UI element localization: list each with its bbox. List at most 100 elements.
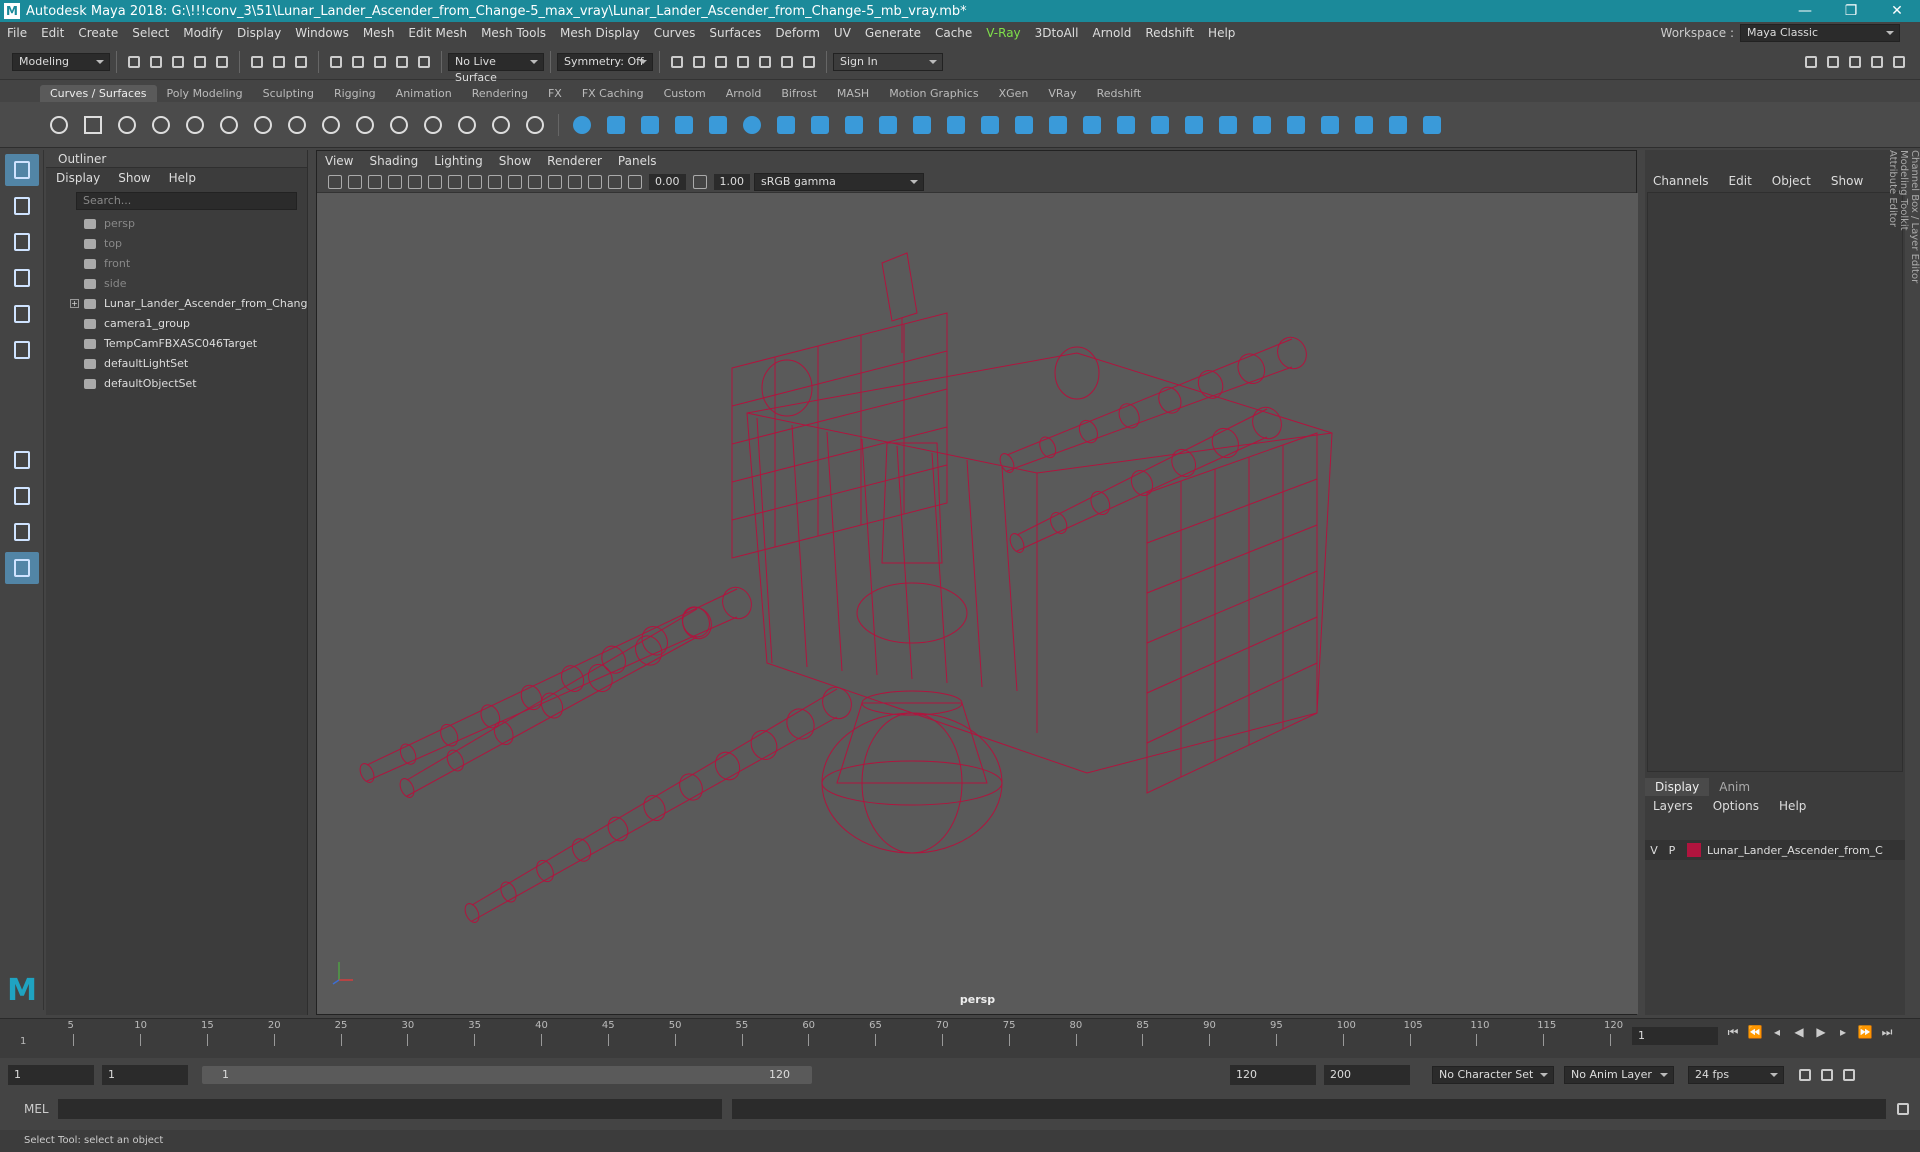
channel-box-menu-object[interactable]: Object: [1772, 174, 1811, 188]
current-frame-field[interactable]: 1: [1632, 1027, 1718, 1045]
menu-edit[interactable]: Edit: [34, 26, 71, 40]
snap-grid-icon[interactable]: [327, 53, 345, 71]
tool-settings-icon[interactable]: [1868, 53, 1886, 71]
layer-visibility-toggle[interactable]: V: [1645, 844, 1663, 857]
menu-help[interactable]: Help: [1201, 26, 1242, 40]
shelf-tab-rigging[interactable]: Rigging: [324, 85, 386, 102]
xray-icon[interactable]: [588, 174, 602, 189]
maximize-button[interactable]: ❐: [1828, 0, 1874, 22]
step-back-key-icon[interactable]: ⏪: [1747, 1025, 1763, 1043]
undo-icon[interactable]: [191, 53, 209, 71]
animation-end-field[interactable]: 200: [1324, 1065, 1410, 1085]
menu-cache[interactable]: Cache: [928, 26, 979, 40]
shelf-tab-bifrost[interactable]: Bifrost: [771, 85, 827, 102]
layer-tab-display[interactable]: Display: [1645, 778, 1710, 796]
project-curve-icon[interactable]: [1079, 112, 1105, 138]
menu-windows[interactable]: Windows: [288, 26, 356, 40]
extend-surface-icon[interactable]: [1317, 112, 1343, 138]
hypershade-icon[interactable]: [756, 53, 774, 71]
loft-icon[interactable]: [807, 112, 833, 138]
shelf-tab-xgen[interactable]: XGen: [989, 85, 1039, 102]
snap-point-icon[interactable]: [371, 53, 389, 71]
shelf-tab-sculpting[interactable]: Sculpting: [253, 85, 324, 102]
film-gate-icon[interactable]: [428, 174, 442, 189]
colorspace-dropdown[interactable]: sRGB gamma: [754, 172, 924, 191]
offset-curve-icon[interactable]: [420, 112, 446, 138]
symmetry-dropdown[interactable]: Symmetry: Off: [557, 52, 653, 71]
redo-icon[interactable]: [213, 53, 231, 71]
cv-curve-icon[interactable]: [114, 112, 140, 138]
menu-redshift[interactable]: Redshift: [1138, 26, 1201, 40]
playback-start-field[interactable]: 1: [102, 1065, 188, 1085]
menu-v-ray[interactable]: V-Ray: [979, 26, 1027, 40]
pause-icon[interactable]: [800, 53, 818, 71]
vray-render-icon[interactable]: [778, 53, 796, 71]
shelf-tab-fx-caching[interactable]: FX Caching: [572, 85, 654, 102]
attribute-editor-icon[interactable]: [1846, 53, 1864, 71]
menu-mesh[interactable]: Mesh: [356, 26, 402, 40]
nurbs-circle-icon[interactable]: [46, 112, 72, 138]
outliner-item[interactable]: defaultLightSet: [46, 354, 307, 374]
channel-box-menu-edit[interactable]: Edit: [1729, 174, 1752, 188]
square-surface-icon[interactable]: [1011, 112, 1037, 138]
script-editor-icon[interactable]: [1894, 1100, 1912, 1118]
menu-display[interactable]: Display: [230, 26, 288, 40]
bevel-plus-icon[interactable]: [943, 112, 969, 138]
side-tab[interactable]: Channel Box / Layer Editor: [1909, 150, 1920, 985]
sculpt-geometry-icon[interactable]: [1385, 112, 1411, 138]
menu-mesh-tools[interactable]: Mesh Tools: [474, 26, 553, 40]
layer-menu-layers[interactable]: Layers: [1653, 799, 1693, 813]
trim-tool-icon[interactable]: [1113, 112, 1139, 138]
menu-arnold[interactable]: Arnold: [1085, 26, 1138, 40]
safe-action-icon[interactable]: [468, 174, 482, 189]
rotate-tool-icon[interactable]: [5, 298, 39, 330]
shadows-icon[interactable]: [568, 174, 582, 189]
bezier-curve-icon[interactable]: [182, 112, 208, 138]
nurbs-cylinder-icon[interactable]: [637, 112, 663, 138]
outliner-menu-show[interactable]: Show: [118, 171, 150, 185]
rebuild-surface-icon[interactable]: [1351, 112, 1377, 138]
character-controls-icon[interactable]: [1824, 53, 1842, 71]
gamma-icon[interactable]: [692, 174, 707, 189]
menu-create[interactable]: Create: [71, 26, 125, 40]
ep-curve-icon[interactable]: [148, 112, 174, 138]
nurbs-sphere-icon[interactable]: [569, 112, 595, 138]
shelf-tab-poly-modeling[interactable]: Poly Modeling: [157, 85, 253, 102]
outliner-item[interactable]: camera1_group: [46, 314, 307, 334]
viewport-menu-show[interactable]: Show: [499, 154, 531, 168]
shelf-tab-motion-graphics[interactable]: Motion Graphics: [879, 85, 988, 102]
image-plane-icon[interactable]: [388, 174, 402, 189]
arc-curve-icon[interactable]: [250, 112, 276, 138]
render-settings-icon[interactable]: [734, 53, 752, 71]
menu-modify[interactable]: Modify: [176, 26, 230, 40]
menu-mesh-display[interactable]: Mesh Display: [553, 26, 647, 40]
shelf-tab-curves-surfaces[interactable]: Curves / Surfaces: [40, 85, 157, 102]
birail-icon[interactable]: [909, 112, 935, 138]
playback-end-field[interactable]: 120: [1230, 1065, 1316, 1085]
select-hierarchy-icon[interactable]: [248, 53, 266, 71]
menu-surfaces[interactable]: Surfaces: [702, 26, 768, 40]
animation-prefs-icon[interactable]: [1840, 1066, 1858, 1084]
menu-edit-mesh[interactable]: Edit Mesh: [401, 26, 474, 40]
outliner-menu-help[interactable]: Help: [169, 171, 196, 185]
menu-curves[interactable]: Curves: [647, 26, 703, 40]
outliner-item[interactable]: top: [46, 234, 307, 254]
planar-icon[interactable]: [841, 112, 867, 138]
channel-box-menu-show[interactable]: Show: [1831, 174, 1863, 188]
close-button[interactable]: ✕: [1874, 0, 1920, 22]
fps-dropdown[interactable]: 24 fps: [1688, 1066, 1784, 1084]
rebuild-curve-icon[interactable]: [454, 112, 480, 138]
go-to-end-icon[interactable]: ⏭: [1879, 1025, 1895, 1043]
revolve-icon[interactable]: [773, 112, 799, 138]
channel-box-menu-channels[interactable]: Channels: [1653, 174, 1709, 188]
layer-color-swatch[interactable]: [1687, 843, 1701, 857]
menu-select[interactable]: Select: [125, 26, 176, 40]
auto-key-icon[interactable]: [1818, 1066, 1836, 1084]
step-forward-frame-icon[interactable]: ▸: [1835, 1025, 1851, 1043]
save-scene-icon[interactable]: [169, 53, 187, 71]
grid-icon[interactable]: [408, 174, 422, 189]
extend-curve-icon[interactable]: [386, 112, 412, 138]
pencil-curve-icon[interactable]: [216, 112, 242, 138]
viewport-menu-renderer[interactable]: Renderer: [547, 154, 602, 168]
shelf-tab-rendering[interactable]: Rendering: [462, 85, 538, 102]
